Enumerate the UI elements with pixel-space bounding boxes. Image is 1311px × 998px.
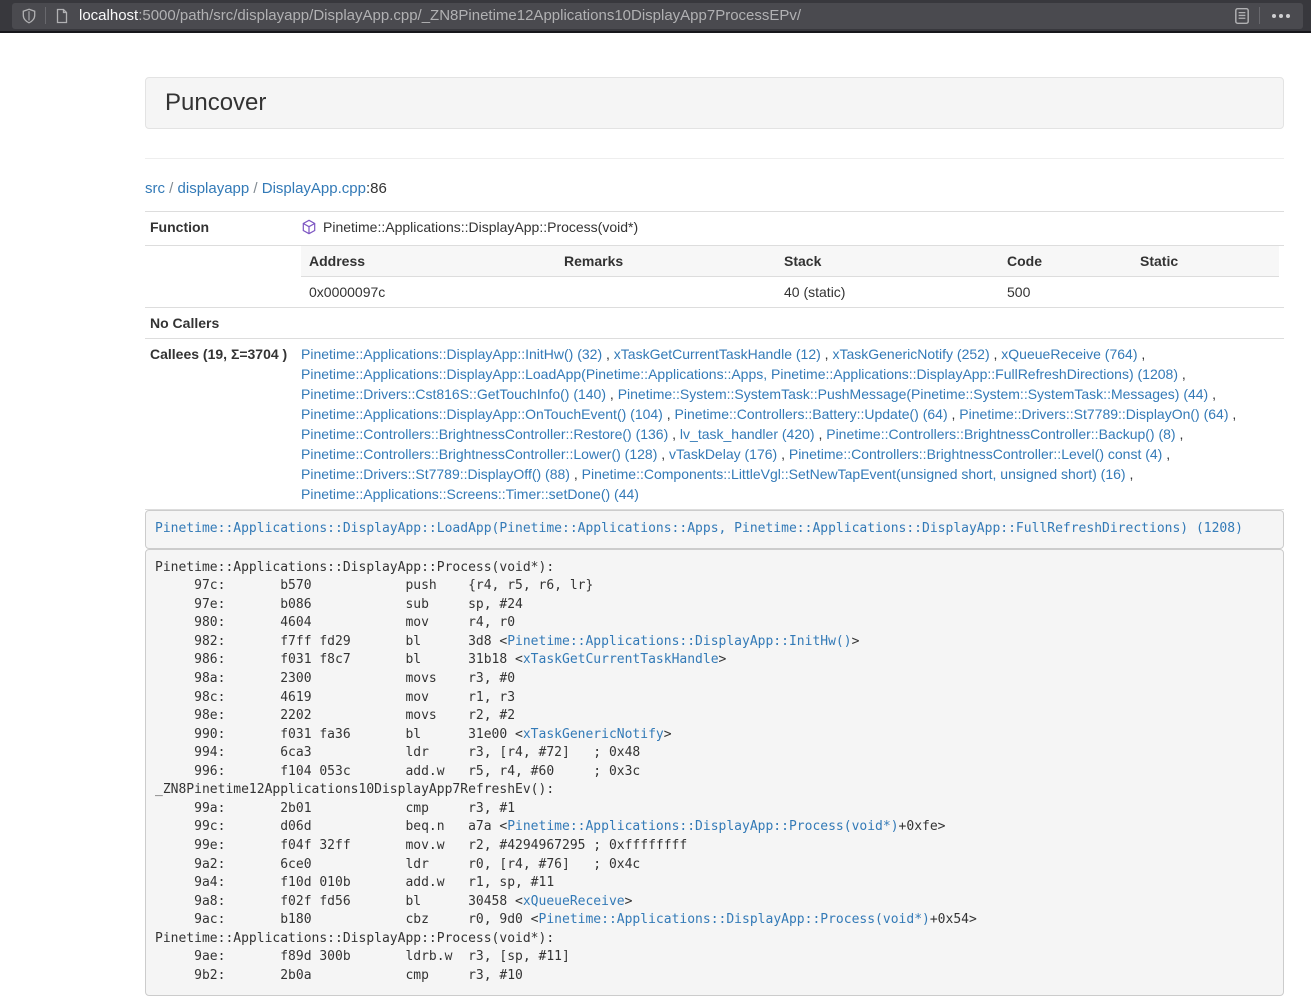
table-row: Address Remarks Stack Code Static 0x0000… <box>145 246 1284 308</box>
callee-link[interactable]: Pinetime::Applications::Screens::Timer::… <box>301 486 639 502</box>
browser-toolbar: localhost:5000/path/src/displayapp/Displ… <box>0 0 1311 33</box>
function-label: Function <box>145 212 296 246</box>
table-row: No Callers <box>145 308 1284 339</box>
address-cell: 0x0000097c <box>301 277 556 308</box>
snippet-link[interactable]: Pinetime::Applications::DisplayApp::Load… <box>155 521 1243 536</box>
callee-link[interactable]: Pinetime::Controllers::BrightnessControl… <box>301 446 657 462</box>
callee-link[interactable]: Pinetime::Controllers::BrightnessControl… <box>301 426 668 442</box>
column-header-code: Code <box>999 246 1132 277</box>
callee-link[interactable]: xQueueReceive (764) <box>1001 346 1137 362</box>
callee-link[interactable]: Pinetime::Controllers::BrightnessControl… <box>789 446 1162 462</box>
callee-link[interactable]: Pinetime::Drivers::St7789::DisplayOff() … <box>301 466 570 482</box>
breadcrumb-line-number: :86 <box>366 180 387 197</box>
disasm-symbol-link[interactable]: Pinetime::Applications::DisplayApp::Proc… <box>507 819 898 834</box>
app-title: Puncover <box>165 89 266 116</box>
stack-cell: 40 (static) <box>776 277 999 308</box>
static-cell <box>1132 277 1279 308</box>
callee-link[interactable]: vTaskDelay (176) <box>669 446 777 462</box>
callees-cell: Pinetime::Applications::DisplayApp::Init… <box>296 339 1284 510</box>
breadcrumb-link[interactable]: src <box>145 180 165 197</box>
package-icon <box>301 219 317 235</box>
app-header: Puncover <box>145 77 1284 129</box>
column-header-static: Static <box>1132 246 1279 277</box>
no-callers-label: No Callers <box>145 308 296 339</box>
column-header-address: Address <box>301 246 556 277</box>
page-actions-icon[interactable] <box>1268 14 1294 18</box>
toolbar-divider <box>45 7 46 24</box>
callee-link[interactable]: lv_task_handler (420) <box>680 426 815 442</box>
table-row: 0x0000097c 40 (static) 500 <box>301 277 1279 308</box>
callee-link[interactable]: xTaskGenericNotify (252) <box>832 346 989 362</box>
disasm-symbol-link[interactable]: xTaskGetCurrentTaskHandle <box>523 652 719 667</box>
page-content: Puncover src / displayapp / DisplayApp.c… <box>0 33 1311 996</box>
disassembly-block: Pinetime::Applications::DisplayApp::Proc… <box>145 549 1284 996</box>
callee-link[interactable]: Pinetime::Components::LittleVgl::SetNewT… <box>582 466 1126 482</box>
metrics-table: Address Remarks Stack Code Static 0x0000… <box>301 246 1279 307</box>
callee-link[interactable]: Pinetime::Controllers::Battery::Update()… <box>675 406 948 422</box>
callee-link[interactable]: Pinetime::Applications::DisplayApp::Init… <box>301 346 602 362</box>
breadcrumb-separator: / <box>165 180 178 197</box>
breadcrumb-link[interactable]: displayapp <box>178 180 250 197</box>
column-header-stack: Stack <box>776 246 999 277</box>
code-cell: 500 <box>999 277 1132 308</box>
url-path: :5000/path/src/displayapp/DisplayApp.cpp… <box>138 7 801 24</box>
callee-link[interactable]: Pinetime::Drivers::St7789::DisplayOn() (… <box>959 406 1228 422</box>
disasm-symbol-link[interactable]: xQueueReceive <box>523 894 625 909</box>
disasm-symbol-link[interactable]: xTaskGenericNotify <box>523 727 664 742</box>
url-host: localhost <box>79 7 138 24</box>
divider <box>145 158 1284 159</box>
callee-link[interactable]: Pinetime::Applications::DisplayApp::Load… <box>301 366 1178 382</box>
breadcrumb: src / displayapp / DisplayApp.cpp:86 <box>145 180 1284 197</box>
callee-link[interactable]: xTaskGetCurrentTaskHandle (12) <box>614 346 821 362</box>
remarks-cell <box>556 277 776 308</box>
page-icon[interactable] <box>54 8 70 24</box>
callee-link[interactable]: Pinetime::Controllers::BrightnessControl… <box>826 426 1175 442</box>
url-bar[interactable]: localhost:5000/path/src/displayapp/Displ… <box>12 3 1303 29</box>
callee-link[interactable]: Pinetime::Applications::DisplayApp::OnTo… <box>301 406 663 422</box>
callees-label: Callees (19, Σ=3704 ) <box>145 339 296 510</box>
shield-icon[interactable] <box>21 8 37 24</box>
breadcrumb-link[interactable]: DisplayApp.cpp <box>262 180 366 197</box>
snippet-block: Pinetime::Applications::DisplayApp::Load… <box>145 510 1284 549</box>
callee-link[interactable]: Pinetime::Drivers::Cst816S::GetTouchInfo… <box>301 386 606 402</box>
disasm-symbol-link[interactable]: Pinetime::Applications::DisplayApp::Proc… <box>539 912 930 927</box>
callee-link[interactable]: Pinetime::System::SystemTask::PushMessag… <box>618 386 1209 402</box>
table-row: Function Pinetime::Applications::Display… <box>145 212 1284 246</box>
toolbar-divider <box>1259 7 1260 24</box>
url-text[interactable]: localhost:5000/path/src/displayapp/Displ… <box>79 7 1233 24</box>
breadcrumb-separator: / <box>249 180 262 197</box>
column-header-remarks: Remarks <box>556 246 776 277</box>
reader-mode-icon[interactable] <box>1233 7 1251 25</box>
function-table: Function Pinetime::Applications::Display… <box>145 211 1284 510</box>
table-row: Callees (19, Σ=3704 ) Pinetime::Applicat… <box>145 339 1284 510</box>
function-name: Pinetime::Applications::DisplayApp::Proc… <box>323 217 638 237</box>
disasm-symbol-link[interactable]: Pinetime::Applications::DisplayApp::Init… <box>507 634 851 649</box>
